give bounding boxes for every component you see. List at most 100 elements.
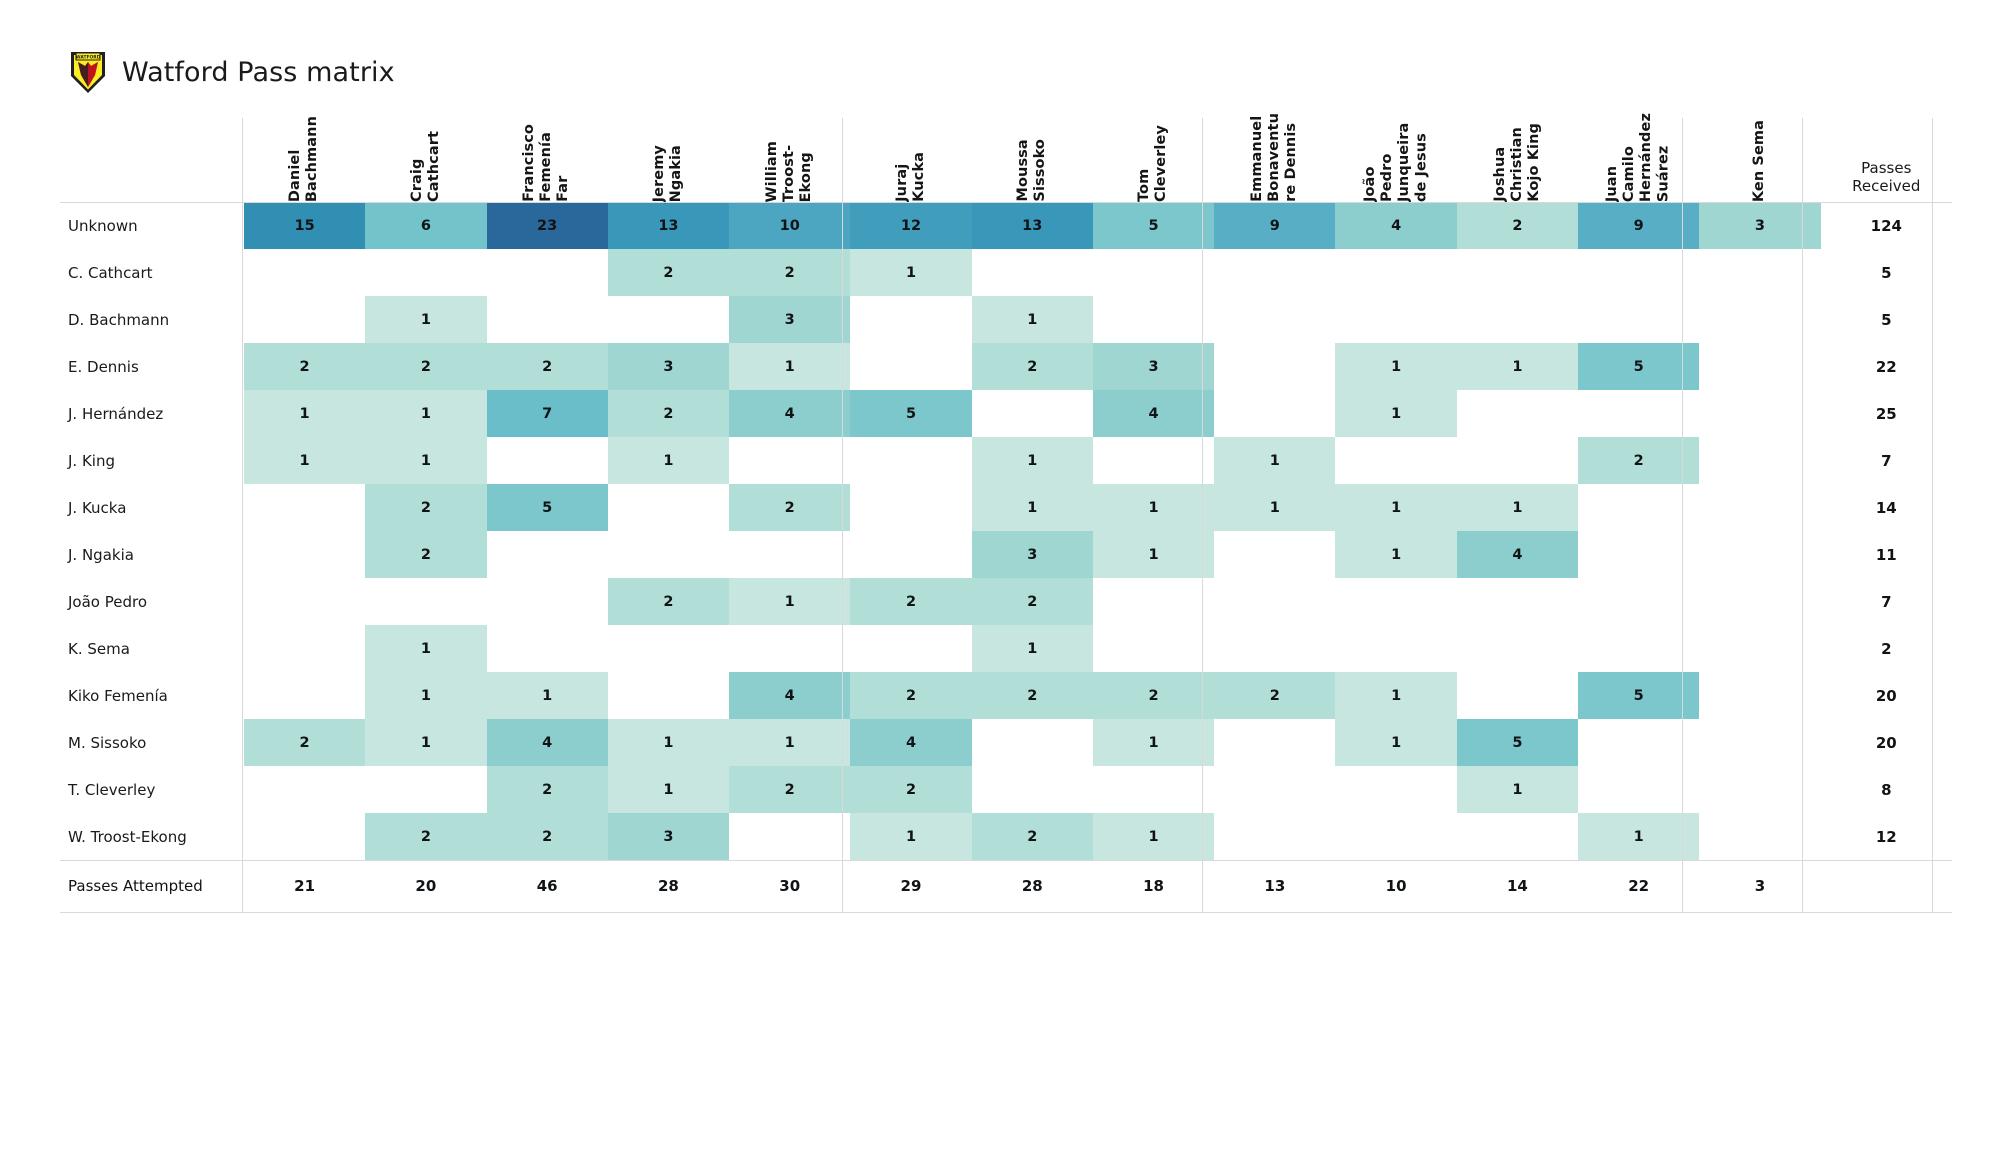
matrix-cell <box>1092 578 1215 625</box>
column-header-label: Juraj Kucka <box>893 152 927 202</box>
column-header-1: Craig Cathcart <box>365 110 487 202</box>
matrix-cell: 13 <box>607 202 730 249</box>
matrix-cell: 1 <box>1456 766 1579 813</box>
matrix-cell: 1 <box>850 249 972 296</box>
table-row: M. Sissoko 2 1 4 1 1 4 1 1 5 20 <box>60 719 1952 766</box>
separator-line-vertical <box>1202 118 1203 912</box>
matrix-cell <box>1092 249 1215 296</box>
matrix-cell: 4 <box>850 719 972 766</box>
matrix-cell: 1 <box>243 390 366 437</box>
matrix-cell: 4 <box>1456 531 1579 578</box>
matrix-cell: 1 <box>1456 343 1579 390</box>
matrix-cell: 4 <box>1335 202 1457 249</box>
matrix-cell: 12 <box>850 202 972 249</box>
separator-line-vertical <box>842 118 843 912</box>
matrix-cell: 2 <box>729 249 851 296</box>
column-header-label: Jeremy Ngakia <box>651 144 685 202</box>
matrix-cell: 2 <box>1214 672 1336 719</box>
passes-attempted-value: 14 <box>1456 860 1579 912</box>
matrix-cell <box>243 531 366 578</box>
matrix-cell: 3 <box>607 343 730 390</box>
column-header-label: Juan Camilo Hernández Suárez <box>1604 112 1672 202</box>
matrix-cell <box>243 625 366 672</box>
row-label: D. Bachmann <box>60 296 244 343</box>
matrix-cell: 6 <box>365 202 487 249</box>
matrix-cell <box>1214 390 1336 437</box>
matrix-cell: 1 <box>1335 672 1457 719</box>
row-label: M. Sissoko <box>60 719 244 766</box>
matrix-cell: 2 <box>850 766 972 813</box>
matrix-cell <box>1335 437 1457 484</box>
matrix-cell <box>1092 625 1215 672</box>
matrix-cell <box>607 484 730 531</box>
matrix-cell <box>729 531 851 578</box>
passes-attempted-value: 20 <box>365 860 487 912</box>
matrix-cell <box>1335 813 1457 860</box>
separator-line <box>60 912 1952 913</box>
column-header-label: Daniel Bachmann <box>287 115 321 202</box>
matrix-cell: 1 <box>365 672 487 719</box>
matrix-cell <box>1214 719 1336 766</box>
matrix-cell: 5 <box>850 390 972 437</box>
matrix-cell: 15 <box>243 202 366 249</box>
separator-line <box>60 860 1952 861</box>
passes-attempted-value: 46 <box>486 860 608 912</box>
matrix-cell: 5 <box>1456 719 1579 766</box>
matrix-cell <box>850 343 972 390</box>
matrix-cell <box>486 531 608 578</box>
table-row: J. King 1 1 1 1 1 2 7 <box>60 437 1952 484</box>
matrix-cell: 2 <box>850 578 972 625</box>
matrix-cell <box>1456 437 1579 484</box>
table-row: W. Troost-Ekong 2 2 3 1 2 1 1 12 <box>60 813 1952 860</box>
matrix-cell: 13 <box>971 202 1093 249</box>
table-row: K. Sema 1 1 2 <box>60 625 1952 672</box>
matrix-cell <box>243 249 366 296</box>
matrix-cell: 2 <box>729 484 851 531</box>
matrix-cell: 2 <box>850 672 972 719</box>
passes-attempted-row: Passes Attempted 21 20 46 28 30 29 28 18 13 10 14 22… <box>60 860 1952 912</box>
matrix-cell <box>243 296 366 343</box>
matrix-cell: 2 <box>365 343 487 390</box>
row-label: K. Sema <box>60 625 244 672</box>
matrix-cell <box>729 437 851 484</box>
matrix-cell: 1 <box>1092 531 1215 578</box>
passes-attempted-value: 13 <box>1214 860 1336 912</box>
matrix-cell: 2 <box>1092 672 1215 719</box>
matrix-cell <box>1456 390 1579 437</box>
matrix-cell <box>1214 343 1336 390</box>
matrix-cell <box>607 625 730 672</box>
table-row: J. Hernández 1 1 7 2 4 5 4 1 25 <box>60 390 1952 437</box>
matrix-cell <box>850 625 972 672</box>
matrix-cell <box>365 249 487 296</box>
matrix-cell: 2 <box>486 766 608 813</box>
table-row: E. Dennis 2 2 2 3 1 2 3 1 1 5 22 <box>60 343 1952 390</box>
matrix-cell: 1 <box>607 766 730 813</box>
matrix-cell: 4 <box>486 719 608 766</box>
column-header-label: William Troost- Ekong <box>764 140 815 202</box>
matrix-cell <box>971 249 1093 296</box>
matrix-cell: 1 <box>486 672 608 719</box>
matrix-cell <box>1335 249 1457 296</box>
matrix-cell: 9 <box>1214 202 1336 249</box>
matrix-cell: 1 <box>1092 719 1215 766</box>
matrix-cell <box>243 813 366 860</box>
passes-attempted-value: 29 <box>850 860 972 912</box>
column-header-label: Francisco Femenía Far <box>521 124 572 202</box>
matrix-cell <box>729 625 851 672</box>
row-label: J. Ngakia <box>60 531 244 578</box>
matrix-cell: 10 <box>729 202 851 249</box>
matrix-cell <box>971 390 1093 437</box>
matrix-body: Unknown 15 6 23 13 10 12 13 5 9 4 2 9 3 124 C. Cathcart… <box>60 202 1952 860</box>
matrix-cell <box>365 578 487 625</box>
separator-line-vertical <box>1802 118 1803 912</box>
matrix-cell: 1 <box>365 296 487 343</box>
matrix-cell: 5 <box>486 484 608 531</box>
column-header-label: Tom Cleverley <box>1136 124 1170 202</box>
matrix-cell: 1 <box>1092 813 1215 860</box>
matrix-cell: 2 <box>243 719 366 766</box>
matrix-cell: 2 <box>971 578 1093 625</box>
watford-crest-icon: WATFORD <box>68 49 108 95</box>
matrix-cell: 5 <box>1092 202 1215 249</box>
matrix-cell <box>850 531 972 578</box>
matrix-cell: 1 <box>971 625 1093 672</box>
